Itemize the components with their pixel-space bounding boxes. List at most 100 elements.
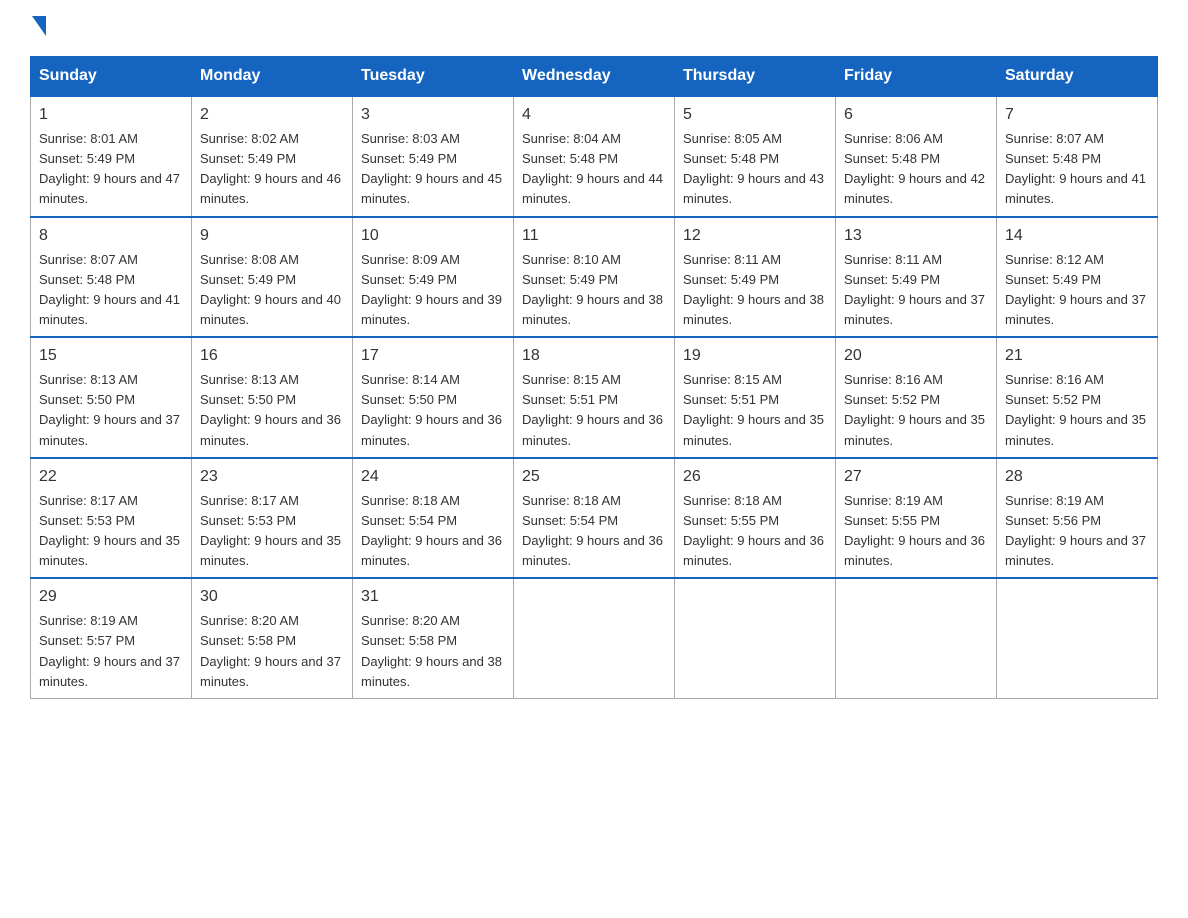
calendar-day-cell: 23Sunrise: 8:17 AMSunset: 5:53 PMDayligh… (192, 458, 353, 579)
day-info: Sunrise: 8:15 AMSunset: 5:51 PMDaylight:… (522, 370, 666, 451)
calendar-header-thursday: Thursday (675, 57, 836, 97)
day-info: Sunrise: 8:08 AMSunset: 5:49 PMDaylight:… (200, 250, 344, 331)
calendar-day-cell: 27Sunrise: 8:19 AMSunset: 5:55 PMDayligh… (836, 458, 997, 579)
calendar-table: SundayMondayTuesdayWednesdayThursdayFrid… (30, 56, 1158, 699)
calendar-day-cell (836, 578, 997, 698)
day-number: 26 (683, 465, 827, 489)
calendar-day-cell: 29Sunrise: 8:19 AMSunset: 5:57 PMDayligh… (31, 578, 192, 698)
day-number: 3 (361, 103, 505, 127)
day-info: Sunrise: 8:05 AMSunset: 5:48 PMDaylight:… (683, 129, 827, 210)
calendar-day-cell: 25Sunrise: 8:18 AMSunset: 5:54 PMDayligh… (514, 458, 675, 579)
day-info: Sunrise: 8:02 AMSunset: 5:49 PMDaylight:… (200, 129, 344, 210)
day-info: Sunrise: 8:01 AMSunset: 5:49 PMDaylight:… (39, 129, 183, 210)
day-number: 17 (361, 344, 505, 368)
day-info: Sunrise: 8:13 AMSunset: 5:50 PMDaylight:… (39, 370, 183, 451)
calendar-week-row: 1Sunrise: 8:01 AMSunset: 5:49 PMDaylight… (31, 96, 1158, 217)
day-info: Sunrise: 8:15 AMSunset: 5:51 PMDaylight:… (683, 370, 827, 451)
calendar-day-cell: 11Sunrise: 8:10 AMSunset: 5:49 PMDayligh… (514, 217, 675, 338)
day-number: 28 (1005, 465, 1149, 489)
day-number: 13 (844, 224, 988, 248)
day-info: Sunrise: 8:20 AMSunset: 5:58 PMDaylight:… (200, 611, 344, 692)
calendar-day-cell: 16Sunrise: 8:13 AMSunset: 5:50 PMDayligh… (192, 337, 353, 458)
calendar-day-cell: 12Sunrise: 8:11 AMSunset: 5:49 PMDayligh… (675, 217, 836, 338)
day-number: 29 (39, 585, 183, 609)
calendar-day-cell: 1Sunrise: 8:01 AMSunset: 5:49 PMDaylight… (31, 96, 192, 217)
day-info: Sunrise: 8:18 AMSunset: 5:54 PMDaylight:… (361, 491, 505, 572)
day-number: 14 (1005, 224, 1149, 248)
logo (30, 20, 46, 36)
calendar-header-tuesday: Tuesday (353, 57, 514, 97)
day-number: 11 (522, 224, 666, 248)
day-info: Sunrise: 8:07 AMSunset: 5:48 PMDaylight:… (1005, 129, 1149, 210)
day-number: 15 (39, 344, 183, 368)
day-number: 8 (39, 224, 183, 248)
calendar-day-cell: 20Sunrise: 8:16 AMSunset: 5:52 PMDayligh… (836, 337, 997, 458)
day-info: Sunrise: 8:11 AMSunset: 5:49 PMDaylight:… (844, 250, 988, 331)
calendar-day-cell: 2Sunrise: 8:02 AMSunset: 5:49 PMDaylight… (192, 96, 353, 217)
day-number: 27 (844, 465, 988, 489)
day-info: Sunrise: 8:20 AMSunset: 5:58 PMDaylight:… (361, 611, 505, 692)
calendar-header-monday: Monday (192, 57, 353, 97)
day-info: Sunrise: 8:17 AMSunset: 5:53 PMDaylight:… (200, 491, 344, 572)
calendar-day-cell (997, 578, 1158, 698)
day-info: Sunrise: 8:18 AMSunset: 5:54 PMDaylight:… (522, 491, 666, 572)
calendar-week-row: 15Sunrise: 8:13 AMSunset: 5:50 PMDayligh… (31, 337, 1158, 458)
day-number: 16 (200, 344, 344, 368)
day-number: 9 (200, 224, 344, 248)
day-info: Sunrise: 8:12 AMSunset: 5:49 PMDaylight:… (1005, 250, 1149, 331)
calendar-day-cell: 10Sunrise: 8:09 AMSunset: 5:49 PMDayligh… (353, 217, 514, 338)
calendar-day-cell: 21Sunrise: 8:16 AMSunset: 5:52 PMDayligh… (997, 337, 1158, 458)
calendar-day-cell: 13Sunrise: 8:11 AMSunset: 5:49 PMDayligh… (836, 217, 997, 338)
day-number: 19 (683, 344, 827, 368)
logo-general-text (30, 20, 46, 36)
day-info: Sunrise: 8:07 AMSunset: 5:48 PMDaylight:… (39, 250, 183, 331)
day-info: Sunrise: 8:16 AMSunset: 5:52 PMDaylight:… (1005, 370, 1149, 451)
calendar-header-wednesday: Wednesday (514, 57, 675, 97)
day-info: Sunrise: 8:19 AMSunset: 5:56 PMDaylight:… (1005, 491, 1149, 572)
day-number: 21 (1005, 344, 1149, 368)
day-info: Sunrise: 8:18 AMSunset: 5:55 PMDaylight:… (683, 491, 827, 572)
calendar-header-row: SundayMondayTuesdayWednesdayThursdayFrid… (31, 57, 1158, 97)
day-info: Sunrise: 8:13 AMSunset: 5:50 PMDaylight:… (200, 370, 344, 451)
day-number: 24 (361, 465, 505, 489)
day-number: 25 (522, 465, 666, 489)
day-number: 20 (844, 344, 988, 368)
day-number: 10 (361, 224, 505, 248)
calendar-header-friday: Friday (836, 57, 997, 97)
calendar-day-cell: 31Sunrise: 8:20 AMSunset: 5:58 PMDayligh… (353, 578, 514, 698)
day-info: Sunrise: 8:09 AMSunset: 5:49 PMDaylight:… (361, 250, 505, 331)
day-number: 1 (39, 103, 183, 127)
calendar-day-cell: 28Sunrise: 8:19 AMSunset: 5:56 PMDayligh… (997, 458, 1158, 579)
day-info: Sunrise: 8:16 AMSunset: 5:52 PMDaylight:… (844, 370, 988, 451)
calendar-header-sunday: Sunday (31, 57, 192, 97)
day-number: 5 (683, 103, 827, 127)
calendar-week-row: 8Sunrise: 8:07 AMSunset: 5:48 PMDaylight… (31, 217, 1158, 338)
day-info: Sunrise: 8:10 AMSunset: 5:49 PMDaylight:… (522, 250, 666, 331)
calendar-day-cell: 19Sunrise: 8:15 AMSunset: 5:51 PMDayligh… (675, 337, 836, 458)
day-info: Sunrise: 8:04 AMSunset: 5:48 PMDaylight:… (522, 129, 666, 210)
calendar-day-cell: 7Sunrise: 8:07 AMSunset: 5:48 PMDaylight… (997, 96, 1158, 217)
page-header (30, 20, 1158, 36)
calendar-day-cell: 22Sunrise: 8:17 AMSunset: 5:53 PMDayligh… (31, 458, 192, 579)
calendar-day-cell: 9Sunrise: 8:08 AMSunset: 5:49 PMDaylight… (192, 217, 353, 338)
calendar-day-cell: 5Sunrise: 8:05 AMSunset: 5:48 PMDaylight… (675, 96, 836, 217)
day-info: Sunrise: 8:17 AMSunset: 5:53 PMDaylight:… (39, 491, 183, 572)
calendar-day-cell: 30Sunrise: 8:20 AMSunset: 5:58 PMDayligh… (192, 578, 353, 698)
calendar-day-cell: 14Sunrise: 8:12 AMSunset: 5:49 PMDayligh… (997, 217, 1158, 338)
day-number: 7 (1005, 103, 1149, 127)
calendar-day-cell: 4Sunrise: 8:04 AMSunset: 5:48 PMDaylight… (514, 96, 675, 217)
calendar-day-cell: 17Sunrise: 8:14 AMSunset: 5:50 PMDayligh… (353, 337, 514, 458)
day-info: Sunrise: 8:19 AMSunset: 5:55 PMDaylight:… (844, 491, 988, 572)
calendar-header-saturday: Saturday (997, 57, 1158, 97)
day-number: 2 (200, 103, 344, 127)
day-info: Sunrise: 8:19 AMSunset: 5:57 PMDaylight:… (39, 611, 183, 692)
day-number: 31 (361, 585, 505, 609)
calendar-day-cell (514, 578, 675, 698)
day-number: 23 (200, 465, 344, 489)
day-number: 6 (844, 103, 988, 127)
calendar-day-cell: 3Sunrise: 8:03 AMSunset: 5:49 PMDaylight… (353, 96, 514, 217)
calendar-week-row: 22Sunrise: 8:17 AMSunset: 5:53 PMDayligh… (31, 458, 1158, 579)
day-info: Sunrise: 8:03 AMSunset: 5:49 PMDaylight:… (361, 129, 505, 210)
calendar-day-cell: 15Sunrise: 8:13 AMSunset: 5:50 PMDayligh… (31, 337, 192, 458)
calendar-day-cell: 18Sunrise: 8:15 AMSunset: 5:51 PMDayligh… (514, 337, 675, 458)
